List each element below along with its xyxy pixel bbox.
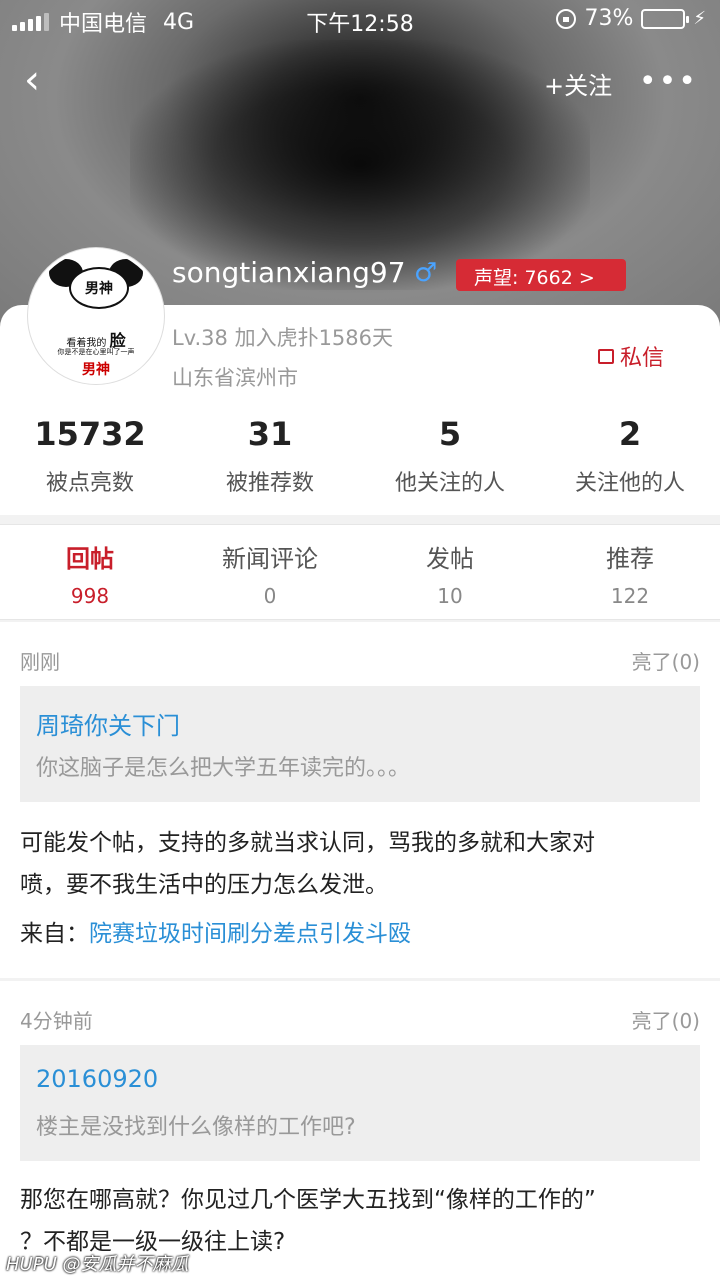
source-thread-link[interactable]: 院赛垃圾时间刷分差点引发斗殴 <box>89 921 411 947</box>
tab-count: 998 <box>70 584 110 608</box>
rotation-lock-icon <box>556 8 577 29</box>
post-time: 4分钟前 <box>20 1009 93 1033</box>
top-nav: ‹ +关注 ••• <box>0 56 720 106</box>
male-icon: ♂ <box>414 258 438 288</box>
quoted-reply[interactable]: 20160920 楼主是没找到什么像样的工作吧? <box>20 1045 700 1161</box>
follow-button[interactable]: +关注 <box>544 66 612 101</box>
tab-posts[interactable]: 发帖 10 <box>360 525 540 619</box>
stat-likes-received[interactable]: 15732 被点亮数 <box>0 415 180 497</box>
tab-count: 0 <box>263 584 277 608</box>
like-count[interactable]: 亮了(0) <box>632 646 700 675</box>
quoted-user[interactable]: 20160920 <box>36 1065 158 1093</box>
avatar-line3: 男神 <box>82 362 110 378</box>
post-body: 可能发个帖，支持的多就当求认同，骂我的多就和大家对 喷，要不我生活中的压力怎么发… <box>20 822 700 906</box>
quoted-text: 你这脑子是怎么把大学五年读完的。。。 <box>36 756 411 781</box>
post-body-line: 喷，要不我生活中的压力怎么发泄。 <box>20 872 388 898</box>
tab-news-comments[interactable]: 新闻评论 0 <box>180 525 360 619</box>
list-item[interactable]: 刚刚 亮了(0) 周琦你关下门 你这脑子是怎么把大学五年读完的。。。 可能发个帖… <box>0 622 720 978</box>
stat-value: 15732 <box>34 415 146 453</box>
tab-replies[interactable]: 回帖 998 <box>0 525 180 619</box>
tab-label: 发帖 <box>426 545 474 573</box>
content-tabs: 回帖 998 新闻评论 0 发帖 10 推荐 122 <box>0 524 720 620</box>
more-icon[interactable]: ••• <box>639 64 698 99</box>
stat-following[interactable]: 5 他关注的人 <box>360 415 540 497</box>
source-prefix: 来自： <box>20 921 89 947</box>
tab-label: 推荐 <box>606 545 654 573</box>
stat-label: 被推荐数 <box>225 471 314 496</box>
post-source: 来自：院赛垃圾时间刷分差点引发斗殴 <box>20 914 411 948</box>
quoted-text: 楼主是没找到什么像样的工作吧? <box>36 1115 356 1140</box>
tab-count: 10 <box>437 584 463 608</box>
charging-icon: ⚡ <box>693 8 706 29</box>
stat-followers[interactable]: 2 关注他的人 <box>540 415 720 497</box>
stat-value: 2 <box>618 415 642 453</box>
like-count[interactable]: 亮了(0) <box>632 1005 700 1034</box>
stat-recommended[interactable]: 31 被推荐数 <box>180 415 360 497</box>
stat-value: 5 <box>438 415 462 453</box>
quoted-reply[interactable]: 周琦你关下门 你这脑子是怎么把大学五年读完的。。。 <box>20 686 700 802</box>
list-item[interactable]: 4分钟前 亮了(0) 20160920 楼主是没找到什么像样的工作吧? 那您在哪… <box>0 981 720 1280</box>
status-bar: 中国电信 4G 下午12:58 73% ⚡ <box>0 0 720 40</box>
tab-count: 122 <box>610 584 650 608</box>
avatar-line2: 你是不是在心里叫了一声 <box>57 348 135 356</box>
quoted-user[interactable]: 周琦你关下门 <box>36 706 180 741</box>
back-icon[interactable]: ‹ <box>24 60 40 100</box>
private-message-label: 私信 <box>620 346 665 371</box>
tab-label: 新闻评论 <box>222 545 318 573</box>
stat-label: 被点亮数 <box>45 471 134 496</box>
location: 山东省滨州市 <box>172 366 298 390</box>
stat-label: 他关注的人 <box>394 471 505 496</box>
stat-label: 关注他的人 <box>574 471 685 496</box>
private-message-button[interactable]: 私信 <box>598 340 664 372</box>
reputation-badge[interactable]: 声望: 7662 > <box>456 259 626 291</box>
username: songtianxiang97 <box>172 256 406 289</box>
stats-row: 15732 被点亮数 31 被推荐数 5 他关注的人 2 关注他的人 <box>0 415 720 497</box>
battery-icon <box>641 8 690 29</box>
watermark: HUPU @安瓜并不麻瓜 <box>6 1254 189 1275</box>
tab-recommend[interactable]: 推荐 122 <box>540 525 720 619</box>
battery-percent: 73% <box>584 6 634 31</box>
post-time: 刚刚 <box>20 650 60 674</box>
message-icon <box>598 348 614 364</box>
post-body-line: 那您在哪高就？你见过几个医学大五找到“像样的工作的” <box>20 1187 596 1213</box>
avatar-title: 男神 <box>69 267 129 309</box>
tab-label: 回帖 <box>66 545 114 573</box>
post-body-line: 可能发个帖，支持的多就当求认同，骂我的多就和大家对 <box>20 830 595 856</box>
level-info: Lv.38 加入虎扑1586天 <box>172 326 394 350</box>
stat-value: 31 <box>247 415 293 453</box>
avatar[interactable]: 男神 看着我的 脸 你是不是在心里叫了一声 男神 <box>28 248 164 384</box>
